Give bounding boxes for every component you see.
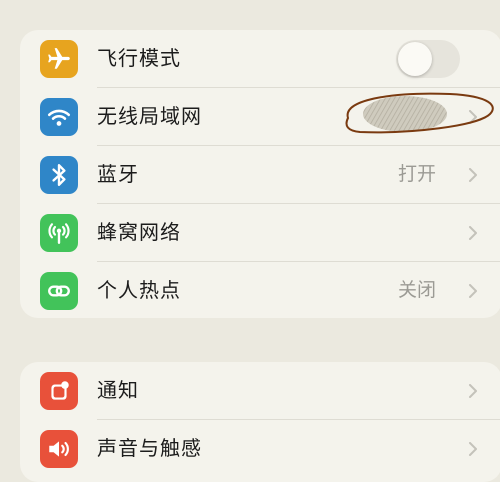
- redaction-scribble: [345, 92, 494, 134]
- link-icon: [40, 272, 78, 310]
- airplane-icon: [40, 40, 78, 78]
- settings-row-airplane-mode: 飞行模式: [20, 30, 500, 87]
- hotspot-label: 个人热点: [97, 278, 181, 302]
- settings-row-hotspot[interactable]: 个人热点 关闭: [20, 262, 500, 318]
- settings-group-connectivity: 飞行模式 无线局域网 蓝牙 打开 蜂窝网络 个人热点 关闭: [20, 30, 500, 318]
- chevron-right-icon: [469, 284, 477, 298]
- toggle-knob: [398, 42, 432, 76]
- chevron-right-icon: [469, 384, 477, 398]
- notifications-label: 通知: [97, 378, 139, 402]
- bluetooth-status: 打开: [397, 163, 436, 185]
- bell-icon: [40, 372, 78, 410]
- bluetooth-icon: [40, 156, 78, 194]
- settings-group-notifications: 通知 声音与触感: [20, 362, 500, 482]
- settings-row-bluetooth[interactable]: 蓝牙 打开: [20, 146, 500, 203]
- chevron-right-icon: [469, 442, 477, 456]
- settings-row-notifications[interactable]: 通知: [20, 362, 500, 419]
- wifi-label: 无线局域网: [97, 104, 202, 128]
- bluetooth-label: 蓝牙: [97, 162, 139, 186]
- antenna-icon: [40, 214, 78, 252]
- sounds-label: 声音与触感: [97, 436, 202, 460]
- cellular-label: 蜂窝网络: [97, 220, 181, 244]
- hotspot-status: 关闭: [397, 279, 436, 301]
- speaker-icon: [40, 430, 78, 468]
- chevron-right-icon: [469, 226, 477, 240]
- chevron-right-icon: [469, 168, 477, 182]
- settings-row-sounds[interactable]: 声音与触感: [20, 420, 500, 477]
- settings-row-cellular[interactable]: 蜂窝网络: [20, 204, 500, 261]
- wifi-icon: [40, 98, 78, 136]
- airplane-mode-toggle[interactable]: [396, 40, 460, 78]
- airplane-mode-label: 飞行模式: [97, 46, 181, 70]
